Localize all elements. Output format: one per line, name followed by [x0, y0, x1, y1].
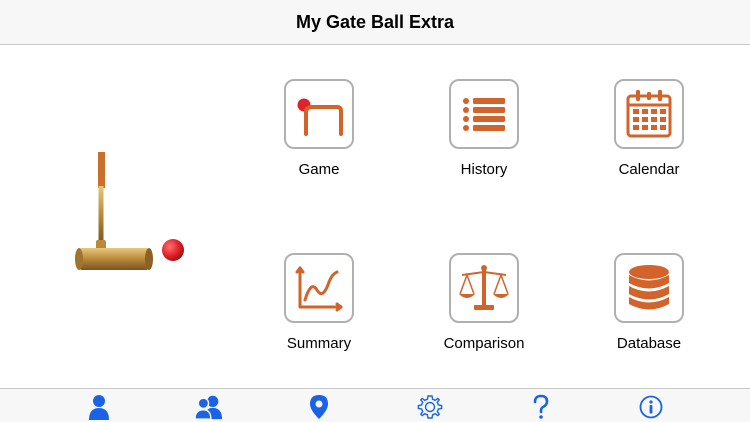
calendar-icon [626, 90, 672, 138]
mallet-head [75, 248, 153, 270]
tab-location[interactable] [305, 393, 333, 421]
history-tile[interactable]: History [424, 79, 544, 178]
tab-players[interactable] [195, 393, 223, 421]
tab-help[interactable] [527, 393, 555, 421]
game-tile-box [284, 79, 354, 149]
mallet-shaft [98, 186, 104, 244]
calendar-tile-box [614, 79, 684, 149]
comparison-tile-box [449, 253, 519, 323]
app-screen: My Gate Ball Extra Game History Calendar… [0, 0, 750, 422]
history-label: History [460, 161, 508, 178]
line-chart-icon [295, 266, 343, 312]
tab-profile[interactable] [85, 393, 113, 421]
database-label: Database [616, 335, 682, 352]
tab-bar [0, 388, 750, 422]
navigation-bar: My Gate Ball Extra [0, 0, 750, 45]
tab-settings[interactable] [416, 393, 444, 421]
game-tile[interactable]: Game [259, 79, 379, 178]
calendar-label: Calendar [618, 161, 680, 178]
people-icon [195, 395, 223, 420]
comparison-tile[interactable]: Comparison [424, 253, 544, 352]
ball [162, 239, 184, 261]
mallet-illustration [75, 152, 184, 270]
calendar-tile[interactable]: Calendar [589, 79, 709, 178]
info-icon [639, 395, 663, 419]
summary-tile[interactable]: Summary [259, 253, 379, 352]
page-title: My Gate Ball Extra [295, 11, 455, 32]
scales-icon [459, 265, 509, 310]
database-icon [629, 265, 669, 310]
history-tile-box [449, 79, 519, 149]
person-icon [89, 395, 109, 420]
gear-icon [417, 395, 443, 419]
summary-label: Summary [286, 335, 352, 352]
comparison-label: Comparison [443, 335, 525, 352]
list-icon [463, 98, 505, 131]
location-pin-icon [310, 395, 328, 419]
database-tile-box [614, 253, 684, 323]
game-label: Game [298, 161, 340, 178]
gate-ball-icon [297, 98, 343, 136]
summary-tile-box [284, 253, 354, 323]
mallet-grip [98, 152, 105, 188]
tab-info[interactable] [637, 393, 665, 421]
database-tile[interactable]: Database [589, 253, 709, 352]
question-mark-icon [533, 394, 549, 419]
